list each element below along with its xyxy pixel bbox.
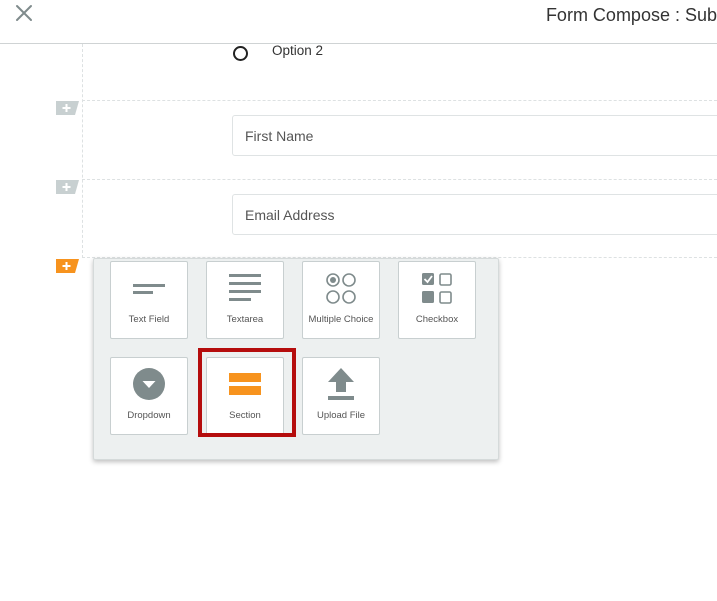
add-field-icon (56, 101, 79, 115)
tile-label: Multiple Choice (308, 314, 374, 325)
tile-label: Checkbox (415, 314, 459, 325)
email-address-input[interactable] (232, 194, 717, 235)
text-field-icon (133, 284, 165, 294)
checkbox-tile[interactable]: Checkbox (398, 261, 476, 339)
upload-file-icon (328, 368, 354, 400)
row-divider (82, 100, 717, 101)
close-button[interactable] (12, 2, 36, 26)
top-bar: Form Compose : Sub (0, 0, 717, 44)
text-field-tile[interactable]: Text Field (110, 261, 188, 339)
row-divider (82, 179, 717, 180)
page-title: Form Compose : Sub (545, 5, 717, 25)
upload-file-tile[interactable]: Upload File (302, 357, 380, 435)
tile-label: Upload File (316, 410, 366, 421)
add-field-icon (56, 259, 79, 273)
add-field-button[interactable] (56, 180, 79, 194)
close-icon (16, 5, 32, 21)
add-field-icon (56, 180, 79, 194)
dropdown-tile[interactable]: Dropdown (110, 357, 188, 435)
textarea-tile[interactable]: Textarea (206, 261, 284, 339)
textarea-icon (229, 274, 261, 301)
section-icon (229, 373, 261, 395)
tile-label: Section (229, 410, 261, 421)
checkbox-icon (422, 273, 452, 304)
tile-label: Dropdown (127, 410, 171, 421)
section-tile[interactable]: Section (206, 357, 284, 435)
radio-option-label: Option 2 (272, 43, 324, 58)
tile-label: Text Field (128, 314, 170, 325)
add-field-button-active[interactable] (56, 259, 79, 273)
multiple-choice-tile[interactable]: Multiple Choice (302, 261, 380, 339)
form-guide-vertical (82, 44, 83, 258)
add-field-button[interactable] (56, 101, 79, 115)
tile-label: Textarea (226, 314, 264, 325)
radio-button[interactable] (233, 46, 248, 61)
dropdown-icon (133, 368, 165, 400)
field-type-palette: Text Field Textarea Multiple Choice Chec… (93, 258, 499, 460)
multiple-choice-icon (326, 273, 356, 304)
first-name-input[interactable] (232, 115, 717, 156)
